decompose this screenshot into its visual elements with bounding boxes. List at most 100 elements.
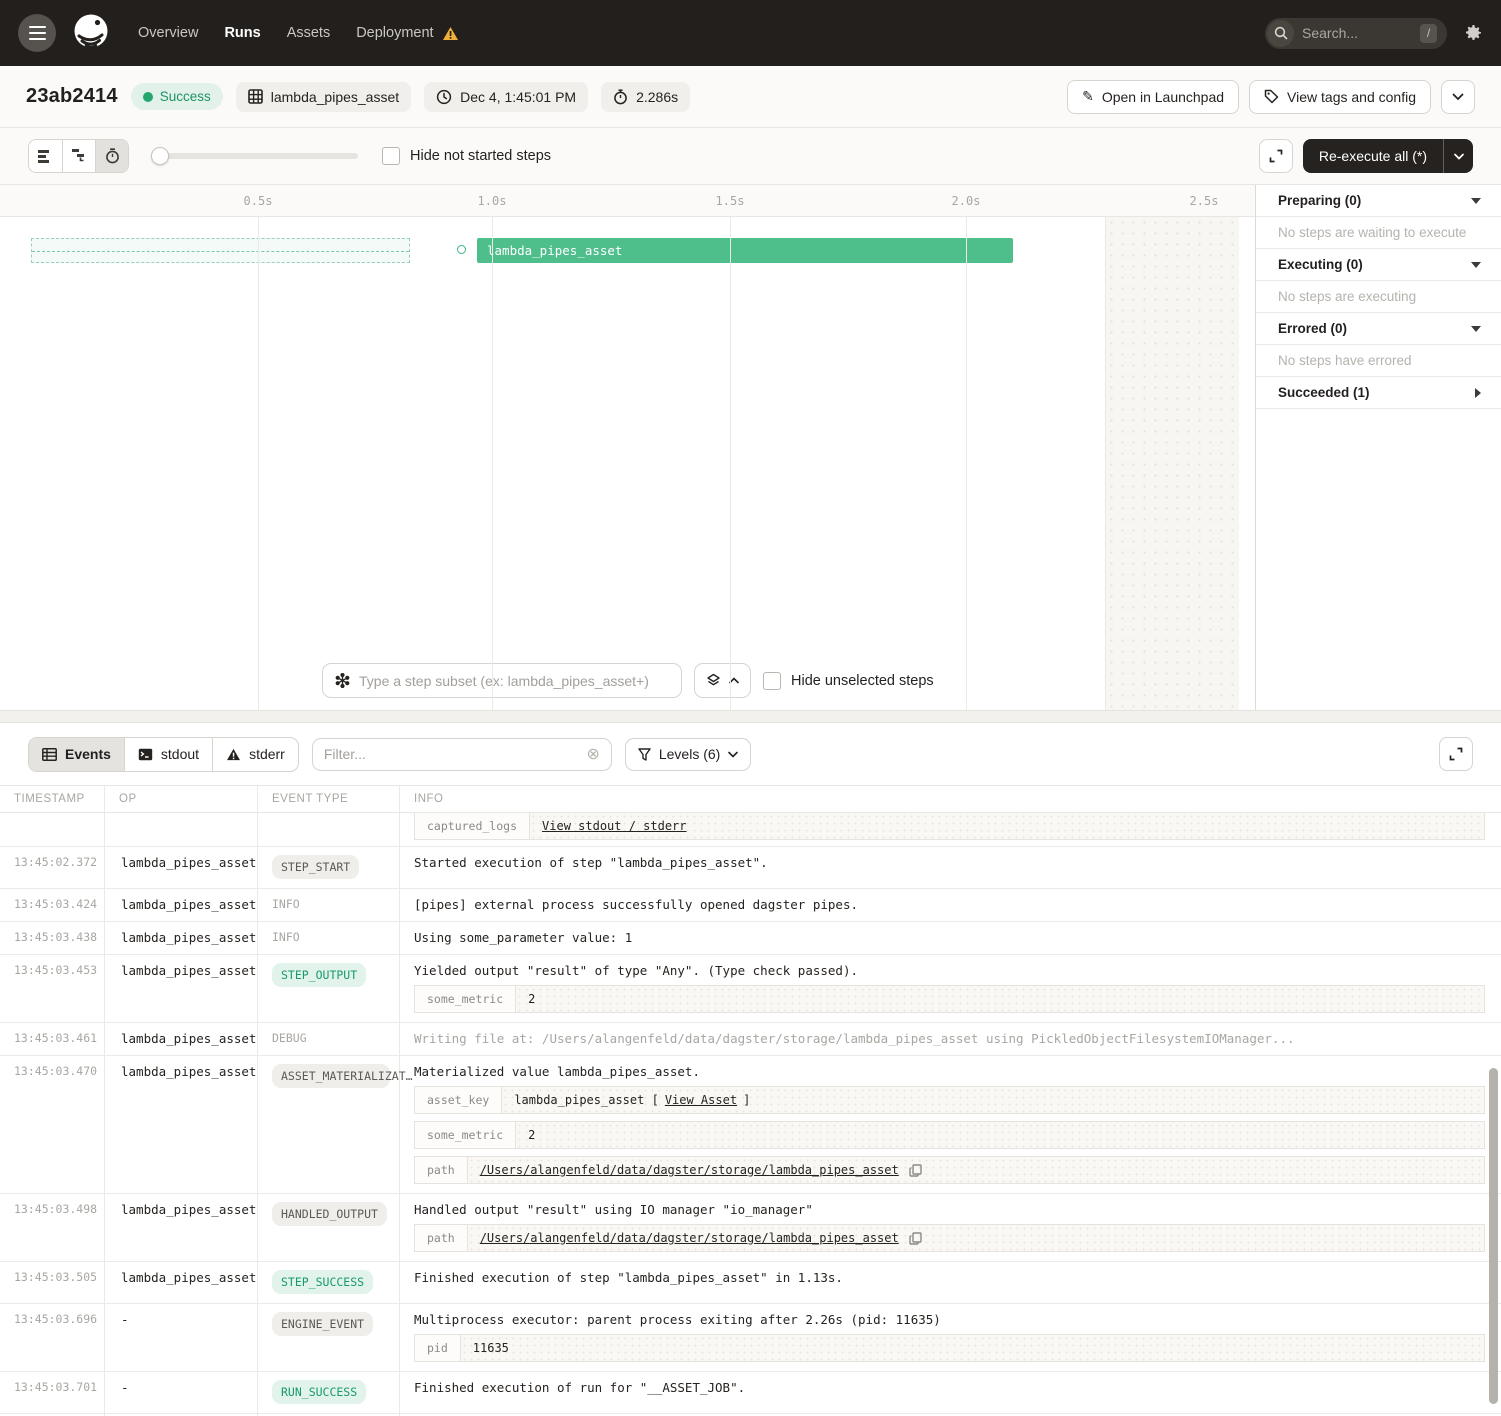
event-type-chip: STEP_SUCCESS <box>272 1270 373 1294</box>
metadata-value: /Users/alangenfeld/data/dagster/storage/… <box>468 1157 1484 1183</box>
nav-link-assets[interactable]: Assets <box>287 25 331 41</box>
event-op: lambda_pipes_asset <box>105 1056 258 1193</box>
metadata-link[interactable]: /Users/alangenfeld/data/dagster/storage/… <box>480 1231 899 1245</box>
metadata-value-link[interactable]: View stdout / stderr <box>542 819 687 833</box>
reexecute-all-button[interactable]: Re-execute all (*) <box>1303 139 1443 173</box>
event-type-text: DEBUG <box>272 1031 307 1045</box>
event-op: lambda_pipes_asset <box>105 1262 258 1303</box>
hide-not-started-checkbox[interactable]: Hide not started steps <box>382 147 551 165</box>
gantt-waterfall-view-button[interactable] <box>62 140 95 172</box>
gantt-expand-button[interactable] <box>1259 139 1293 173</box>
metadata-entry: path/Users/alangenfeld/data/dagster/stor… <box>414 1224 1485 1252</box>
metadata-entry: pid11635 <box>414 1334 1485 1362</box>
sidebar-section-preparing[interactable]: Preparing (0) <box>1256 185 1501 217</box>
metadata-value-text: lambda_pipes_asset [ <box>514 1093 659 1107</box>
event-type-cell: STEP_OUTPUT <box>258 955 400 1022</box>
step-subset-inputbox[interactable] <box>322 663 682 698</box>
view-tags-config-button[interactable]: View tags and config <box>1249 80 1431 114</box>
tab-events[interactable]: Events <box>29 738 124 771</box>
sidebar-section-executing[interactable]: Executing (0) <box>1256 249 1501 281</box>
search-shortcut-key: / <box>1420 24 1437 43</box>
levels-dropdown-button[interactable]: Levels (6) <box>625 738 751 771</box>
metadata-value: 2 <box>516 986 1484 1012</box>
event-message: Using some_parameter value: 1 <box>414 930 1485 945</box>
metadata-value: /Users/alangenfeld/data/dagster/storage/… <box>468 1225 1484 1251</box>
nav-link-runs[interactable]: Runs <box>224 25 260 41</box>
nav-link-overview[interactable]: Overview <box>138 25 198 41</box>
tag-icon <box>1264 89 1279 104</box>
graph-query-toggle-button[interactable] <box>694 663 751 698</box>
nav-link-deployment[interactable]: Deployment <box>356 25 458 41</box>
log-filter-input[interactable] <box>324 746 587 762</box>
stopwatch-icon <box>105 148 120 164</box>
reexecute-dropdown-button[interactable] <box>1443 139 1473 173</box>
status-dot-icon <box>143 92 153 102</box>
sidebar-section-succeeded[interactable]: Succeeded (1) <box>1256 377 1501 409</box>
nested-list-icon <box>72 149 87 163</box>
events-expand-button[interactable] <box>1439 737 1473 771</box>
timeline-gridline <box>492 217 493 710</box>
log-filter-box[interactable]: ⊗ <box>312 738 612 771</box>
event-info: Materialized value lambda_pipes_asset.as… <box>400 1056 1501 1193</box>
events-scrollbar-thumb[interactable] <box>1489 1068 1498 1404</box>
metadata-link[interactable]: /Users/alangenfeld/data/dagster/storage/… <box>480 1163 899 1177</box>
event-type-cell: ENGINE_EVENT <box>258 1304 400 1371</box>
clear-filter-icon[interactable]: ⊗ <box>586 744 599 764</box>
event-message: Started execution of step "lambda_pipes_… <box>414 855 1485 870</box>
checkbox-icon[interactable] <box>763 672 781 690</box>
event-type-text: INFO <box>272 897 300 911</box>
event-op: lambda_pipes_asset <box>105 889 258 921</box>
slider-handle[interactable] <box>151 147 169 165</box>
gantt-step-bar[interactable]: lambda_pipes_asset <box>477 238 1013 263</box>
tab-label: Events <box>65 746 111 762</box>
event-row: 13:45:03.498lambda_pipes_assetHANDLED_OU… <box>0 1194 1501 1262</box>
event-type-cell: INFO <box>258 922 400 954</box>
metadata-entry: some_metric2 <box>414 1121 1485 1149</box>
event-type-cell <box>258 813 400 846</box>
event-timestamp: 13:45:03.424 <box>0 889 105 921</box>
column-header-timestamp: TIMESTAMP <box>0 786 105 812</box>
settings-gear-icon[interactable] <box>1463 23 1483 43</box>
open-in-launchpad-button[interactable]: ✎ Open in Launchpad <box>1067 80 1239 114</box>
dagster-logo[interactable] <box>70 10 112 57</box>
header-more-dropdown-button[interactable] <box>1441 80 1475 114</box>
event-message: Multiprocess executor: parent process ex… <box>414 1312 1485 1327</box>
search-icon <box>1267 20 1294 47</box>
gantt-timed-view-button[interactable] <box>95 140 128 172</box>
run-header: 23ab2414 Success lambda_pipes_asset Dec … <box>0 66 1501 128</box>
gantt-after-run-zone <box>1105 217 1239 710</box>
nav-link-label: Assets <box>287 25 331 41</box>
nav-links: Overview Runs Assets Deployment <box>138 25 459 41</box>
search-box[interactable]: Search... / <box>1265 18 1447 49</box>
metadata-link[interactable]: View Asset <box>665 1093 737 1107</box>
sidebar-section-title: Executing (0) <box>1278 257 1363 272</box>
timeline-gridline <box>258 217 259 710</box>
event-type-chip: RUN_SUCCESS <box>272 1380 366 1404</box>
step-subset-input[interactable] <box>359 673 669 689</box>
event-info: Using some_parameter value: 1 <box>400 922 1501 954</box>
gantt-flat-view-button[interactable] <box>29 140 62 172</box>
job-grid-icon <box>248 89 263 104</box>
event-info: [pipes] external process successfully op… <box>400 889 1501 921</box>
event-info: Writing file at: /Users/alangenfeld/data… <box>400 1023 1501 1055</box>
timeline-tick-label: 0.5s <box>244 194 273 208</box>
hamburger-menu-button[interactable] <box>18 14 56 52</box>
tab-stdout[interactable]: stdout <box>124 738 212 771</box>
nav-link-label: Overview <box>138 25 198 41</box>
event-info: Multiprocess executor: parent process ex… <box>400 1304 1501 1371</box>
log-tabs: Events stdoutstderr <box>28 737 299 772</box>
copy-icon[interactable] <box>909 1164 922 1177</box>
event-op: lambda_pipes_asset <box>105 1194 258 1261</box>
pane-divider[interactable] <box>0 710 1501 723</box>
metadata-entry: path/Users/alangenfeld/data/dagster/stor… <box>414 1156 1485 1184</box>
event-row: 13:45:03.453lambda_pipes_assetSTEP_OUTPU… <box>0 955 1501 1023</box>
checkbox-icon[interactable] <box>382 147 400 165</box>
copy-icon[interactable] <box>909 1232 922 1245</box>
event-row: 13:45:03.505lambda_pipes_assetSTEP_SUCCE… <box>0 1262 1501 1304</box>
job-chip[interactable]: lambda_pipes_asset <box>236 82 411 112</box>
sidebar-section-errored[interactable]: Errored (0) <box>1256 313 1501 345</box>
gantt-zoom-slider[interactable] <box>153 153 358 159</box>
hide-unselected-checkbox[interactable]: Hide unselected steps <box>763 672 934 690</box>
metadata-value: lambda_pipes_asset [View Asset] <box>502 1087 1484 1113</box>
tab-stderr[interactable]: stderr <box>212 738 298 771</box>
